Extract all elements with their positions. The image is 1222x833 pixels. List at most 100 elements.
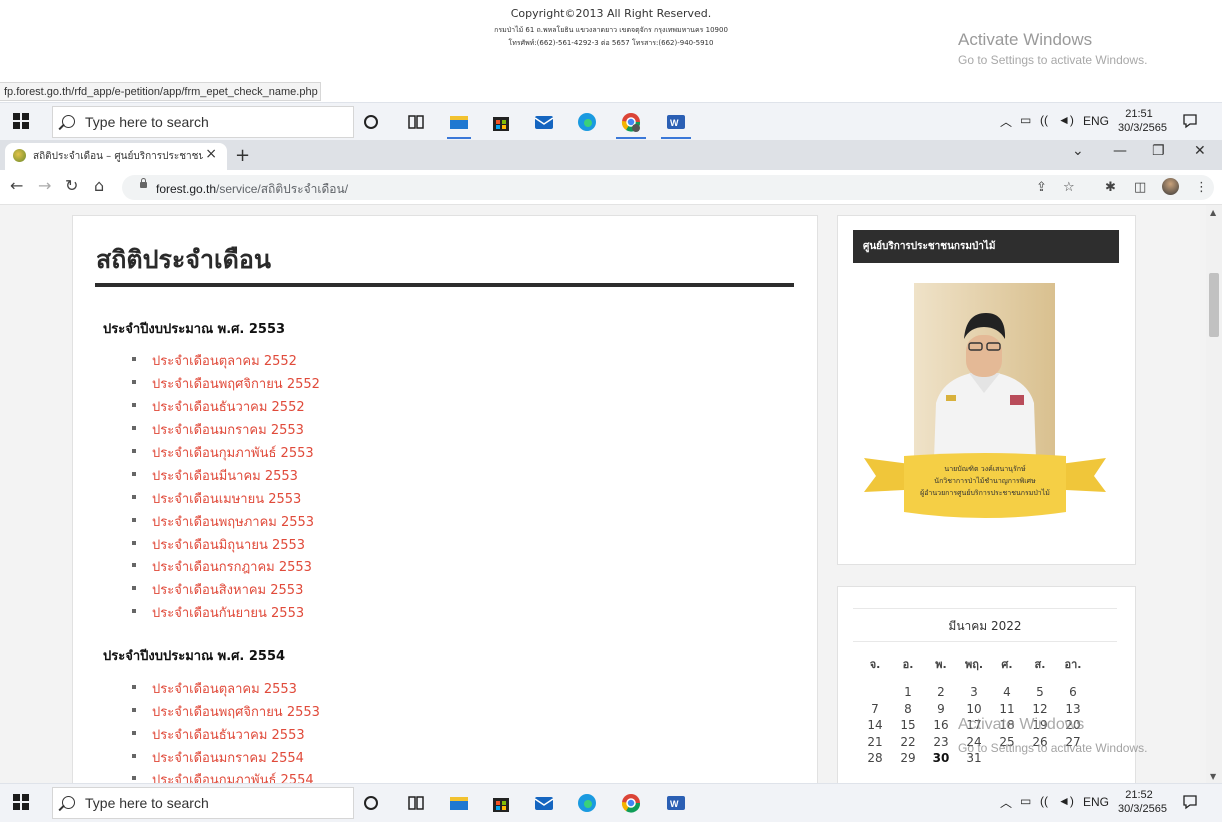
restore-icon[interactable]: ❐	[1152, 143, 1165, 159]
director-portrait-image[interactable]	[914, 283, 1055, 459]
calendar-day[interactable]: 7	[860, 702, 890, 716]
file-explorer-icon[interactable]	[447, 110, 471, 134]
mail-icon[interactable]	[532, 110, 556, 134]
back-arrow-icon[interactable]: ←	[10, 176, 23, 195]
calendar-day[interactable]: 12	[1025, 702, 1055, 716]
address-url: forest.go.th/service/สถิติประจำเดือน/	[156, 180, 348, 199]
calendar-day[interactable]: 5	[1025, 685, 1055, 699]
calendar-day-today[interactable]: 30	[926, 751, 956, 765]
bullet	[132, 541, 136, 545]
language-indicator[interactable]: ENG	[1083, 795, 1109, 833]
taskbar-clock[interactable]: 21:52 30/3/2565	[1118, 788, 1167, 816]
chrome-icon[interactable]	[619, 110, 643, 134]
month-link[interactable]: ประจำเดือนสิงหาคม 2553	[152, 579, 303, 600]
month-link[interactable]: ประจำเดือนพฤษภาคม 2553	[152, 511, 314, 532]
month-link[interactable]: ประจำเดือนธันวาคม 2552	[152, 396, 305, 417]
month-link[interactable]: ประจำเดือนมิถุนายน 2553	[152, 534, 305, 555]
month-link[interactable]: ประจำเดือนมีนาคม 2553	[152, 465, 298, 486]
word-icon[interactable]: W	[664, 791, 688, 815]
cortana-icon[interactable]	[359, 110, 383, 134]
tray-up-icon[interactable]: ︿	[1000, 794, 1012, 832]
month-link[interactable]: ประจำเดือนพฤศจิกายน 2553	[152, 701, 320, 722]
month-link[interactable]: ประจำเดือนพฤศจิกายน 2552	[152, 373, 320, 394]
edge-icon[interactable]	[575, 791, 599, 815]
new-tab-button[interactable]: +	[235, 145, 250, 166]
taskbar-clock[interactable]: 21:51 30/3/2565	[1118, 107, 1167, 135]
scrollbar-thumb[interactable]	[1209, 273, 1219, 337]
minimize-icon[interactable]: —	[1113, 143, 1127, 159]
calendar-day[interactable]: 28	[860, 751, 890, 765]
month-link[interactable]: ประจำเดือนกันยายน 2553	[152, 602, 304, 623]
scroll-down-icon[interactable]: ▼	[1210, 772, 1216, 781]
calendar-top-divider	[853, 608, 1117, 609]
extensions-icon[interactable]: ✱	[1105, 180, 1116, 195]
battery-icon[interactable]: ▭	[1020, 794, 1031, 832]
home-icon[interactable]: ⌂	[94, 176, 104, 195]
store-icon[interactable]	[489, 791, 513, 815]
calendar-day[interactable]: 4	[992, 685, 1022, 699]
windows-start-icon[interactable]	[13, 113, 29, 129]
month-link[interactable]: ประจำเดือนกุมภาพันธ์ 2553	[152, 442, 314, 463]
task-view-icon[interactable]	[404, 110, 428, 134]
month-link[interactable]: ประจำเดือนตุลาคม 2553	[152, 678, 297, 699]
notification-icon[interactable]	[1182, 113, 1198, 129]
calendar-day[interactable]: 23	[926, 735, 956, 749]
side-panel-icon[interactable]: ◫	[1134, 180, 1146, 195]
store-icon[interactable]	[489, 110, 513, 134]
calendar-day[interactable]: 11	[992, 702, 1022, 716]
calendar-day[interactable]: 10	[959, 702, 989, 716]
month-link[interactable]: ประจำเดือนตุลาคม 2552	[152, 350, 297, 371]
chrome-icon[interactable]	[619, 791, 643, 815]
page-scrollbar[interactable]: ▲ ▼	[1206, 205, 1222, 783]
month-link[interactable]: ประจำเดือนเมษายน 2553	[152, 488, 301, 509]
month-link[interactable]: ประจำเดือนมกราคม 2553	[152, 419, 304, 440]
activate-windows-overlay-title: Activate Windows	[958, 716, 1085, 733]
bullet	[132, 449, 136, 453]
calendar-day[interactable]: 9	[926, 702, 956, 716]
address-bar[interactable]: forest.go.th/service/สถิติประจำเดือน/	[122, 175, 1214, 200]
calendar-day[interactable]: 3	[959, 685, 989, 699]
word-icon[interactable]: W	[664, 110, 688, 134]
calendar-day[interactable]: 29	[893, 751, 923, 765]
windows-start-icon[interactable]	[13, 794, 29, 810]
cortana-icon[interactable]	[359, 791, 383, 815]
profile-avatar[interactable]	[1162, 178, 1179, 195]
file-explorer-icon[interactable]	[447, 791, 471, 815]
calendar-caption-divider	[853, 641, 1117, 642]
calendar-day[interactable]: 13	[1058, 702, 1088, 716]
forward-arrow-icon[interactable]: →	[38, 176, 51, 195]
share-icon[interactable]: ⇪	[1036, 180, 1047, 195]
calendar-day[interactable]: 15	[893, 718, 923, 732]
calendar-day[interactable]: 6	[1058, 685, 1088, 699]
calendar-day[interactable]: 2	[926, 685, 956, 699]
calendar-caption: มีนาคม 2022	[948, 619, 1022, 633]
taskbar-search-box[interactable]: Type here to search	[52, 106, 354, 138]
menu-kebab-icon[interactable]: ⋮	[1195, 180, 1208, 195]
month-link[interactable]: ประจำเดือนกรกฎาคม 2553	[152, 556, 312, 577]
month-link[interactable]: ประจำเดือนธันวาคม 2553	[152, 724, 305, 745]
calendar-day[interactable]: 22	[893, 735, 923, 749]
mail-icon[interactable]	[532, 791, 556, 815]
calendar-weekday: ศ.	[1001, 658, 1013, 671]
scroll-up-icon[interactable]: ▲	[1210, 208, 1216, 217]
browser-tab-active[interactable]: สถิติประจำเดือน – ศูนย์บริการประชาชน ×	[5, 143, 227, 170]
reload-icon[interactable]: ↻	[65, 176, 78, 195]
month-link[interactable]: ประจำเดือนมกราคม 2554	[152, 747, 304, 768]
search-icon	[62, 115, 75, 128]
bookmark-star-icon[interactable]: ☆	[1063, 180, 1075, 195]
tab-search-chevron-icon[interactable]: ⌄	[1072, 143, 1084, 159]
calendar-day[interactable]: 16	[926, 718, 956, 732]
taskbar-search-box[interactable]: Type here to search	[52, 787, 354, 819]
bullet	[132, 754, 136, 758]
notification-icon[interactable]	[1182, 794, 1198, 810]
wifi-icon[interactable]: ((	[1040, 794, 1048, 832]
volume-icon[interactable]: ◄)	[1058, 794, 1074, 832]
calendar-day[interactable]: 8	[893, 702, 923, 716]
edge-icon[interactable]	[575, 110, 599, 134]
calendar-day[interactable]: 21	[860, 735, 890, 749]
calendar-day[interactable]: 1	[893, 685, 923, 699]
calendar-day[interactable]: 14	[860, 718, 890, 732]
task-view-icon[interactable]	[404, 791, 428, 815]
window-close-icon[interactable]: ✕	[1194, 143, 1206, 159]
tab-close-icon[interactable]: ×	[205, 146, 217, 162]
